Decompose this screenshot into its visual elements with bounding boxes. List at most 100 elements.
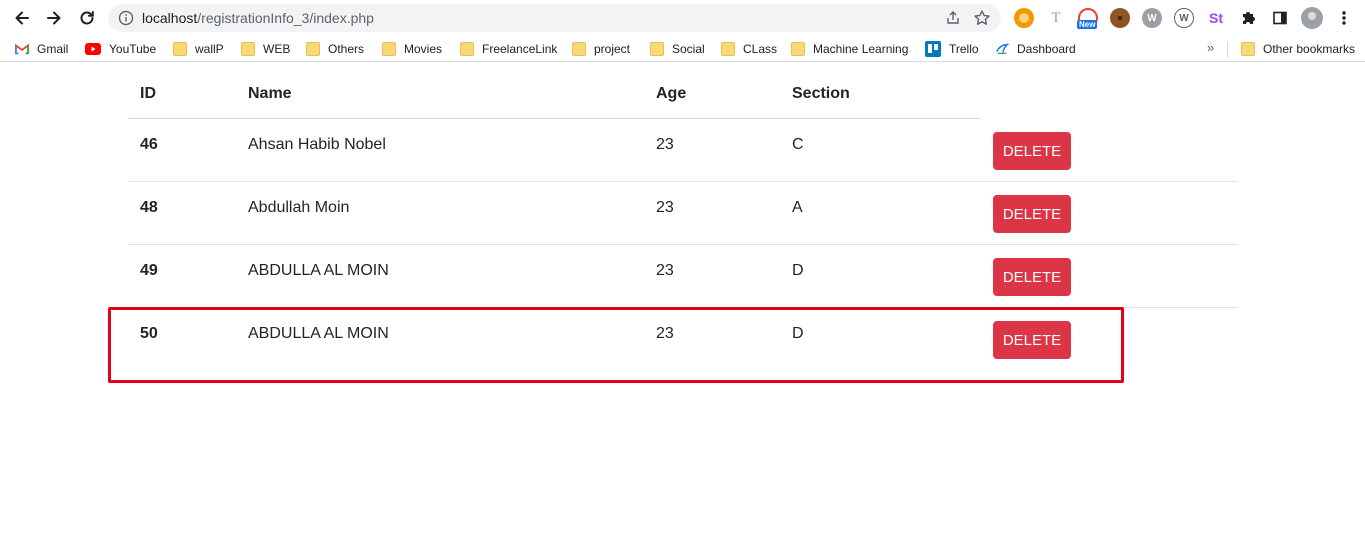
bookmark-trello[interactable]: Trello — [925, 40, 979, 58]
cell-section: D — [792, 262, 804, 279]
bookmark-folder-project[interactable]: project — [572, 40, 630, 58]
bookmark-folder-movies[interactable]: Movies — [382, 40, 442, 58]
extension-new-icon[interactable]: New — [1077, 8, 1098, 29]
delete-button[interactable]: DELETE — [993, 132, 1071, 170]
forward-arrow-icon — [47, 11, 61, 25]
cell-name: ABDULLA AL MOIN — [248, 262, 389, 279]
cell-section: D — [792, 325, 804, 342]
cell-age: 23 — [656, 325, 674, 342]
address-bar[interactable]: localhost/registrationInfo_3/index.php — [108, 4, 1001, 32]
folder-icon — [241, 42, 255, 56]
delete-button[interactable]: DELETE — [993, 258, 1071, 296]
folder-icon — [791, 42, 805, 56]
youtube-icon — [85, 43, 101, 55]
column-header-section: Section — [792, 85, 850, 102]
bookmark-folder-class[interactable]: CLass — [721, 40, 777, 58]
bookmark-folder-freelancelink[interactable]: FreelanceLink — [460, 40, 557, 58]
folder-icon — [382, 42, 396, 56]
cell-name: Abdullah Moin — [248, 199, 350, 216]
side-panel-icon[interactable] — [1270, 8, 1290, 28]
extension-wordpress2-icon[interactable]: W — [1174, 8, 1194, 28]
folder-icon — [173, 42, 187, 56]
bookmarks-overflow-chevron[interactable]: » — [1207, 40, 1214, 55]
dashboard-icon — [996, 43, 1009, 54]
extension-t-icon[interactable]: T — [1046, 8, 1066, 28]
bookmark-dashboard[interactable]: Dashboard — [995, 40, 1076, 58]
reload-icon — [80, 11, 94, 25]
bookmarks-bar: Gmail YouTube wallP WEB Others Movies Fr… — [0, 36, 1365, 62]
column-header-name: Name — [248, 85, 292, 102]
bookmark-label: wallP — [195, 42, 224, 56]
table-row: 50 ABDULLA AL MOIN 23 D DELETE — [128, 308, 1238, 371]
column-header-id: ID — [140, 85, 156, 102]
folder-icon — [1241, 42, 1255, 56]
menu-icon[interactable] — [1334, 8, 1354, 28]
extensions-puzzle-icon[interactable] — [1238, 8, 1258, 28]
cell-id: 49 — [140, 262, 158, 279]
trello-icon — [925, 41, 941, 57]
extension-st-icon[interactable]: St — [1206, 8, 1226, 28]
bookmark-label: Social — [672, 42, 705, 56]
folder-icon — [460, 42, 474, 56]
folder-icon — [721, 42, 735, 56]
table-row: 49 ABDULLA AL MOIN 23 D DELETE — [128, 245, 1238, 308]
column-header-age: Age — [656, 85, 687, 102]
folder-icon — [650, 42, 664, 56]
bookmark-label: CLass — [743, 42, 778, 56]
table-row: 48 Abdullah Moin 23 A DELETE — [128, 182, 1238, 245]
reload-button[interactable] — [74, 5, 100, 31]
other-bookmarks-folder[interactable]: Other bookmarks — [1241, 40, 1355, 58]
bookmarks-separator — [1227, 42, 1228, 58]
gmail-icon — [15, 43, 29, 55]
bookmark-label: project — [594, 42, 631, 56]
profile-avatar[interactable] — [1301, 7, 1323, 29]
delete-button[interactable]: DELETE — [993, 321, 1071, 359]
bookmark-folder-web[interactable]: WEB — [241, 40, 290, 58]
site-info-icon[interactable] — [118, 10, 134, 26]
cell-section: C — [792, 136, 804, 153]
bookmark-label: Others — [328, 42, 365, 56]
url-text[interactable]: localhost/registrationInfo_3/index.php — [142, 10, 374, 26]
extension-orange-icon[interactable] — [1014, 8, 1034, 28]
cell-id: 50 — [140, 325, 158, 342]
bookmark-label: YouTube — [109, 42, 157, 56]
bookmark-youtube[interactable]: YouTube — [85, 40, 156, 58]
cell-id: 46 — [140, 136, 158, 153]
share-icon[interactable] — [945, 10, 961, 26]
bookmark-label: Trello — [949, 42, 979, 56]
bookmark-label: Dashboard — [1017, 42, 1076, 56]
cell-section: A — [792, 199, 803, 216]
url-host: localhost — [142, 10, 198, 26]
extension-cookie-icon[interactable] — [1110, 8, 1130, 28]
table-row: 46 Ahsan Habib Nobel 23 C DELETE — [128, 119, 1238, 182]
bookmark-label: Machine Learning — [813, 42, 909, 56]
table-header: ID Name Age Section — [128, 68, 980, 119]
delete-button[interactable]: DELETE — [993, 195, 1071, 233]
extension-wordpress-icon[interactable]: W — [1142, 8, 1162, 28]
bookmark-star-icon[interactable] — [973, 9, 991, 27]
back-button[interactable] — [9, 5, 35, 31]
cell-name: Ahsan Habib Nobel — [248, 136, 386, 153]
cell-name: ABDULLA AL MOIN — [248, 325, 389, 342]
registration-table: ID Name Age Section 46 Ahsan Habib Nobel… — [128, 68, 1238, 371]
forward-button[interactable] — [41, 5, 67, 31]
bookmark-label: FreelanceLink — [482, 42, 558, 56]
back-arrow-icon — [15, 11, 29, 25]
new-badge: New — [1077, 20, 1098, 29]
bookmark-folder-machine-learning[interactable]: Machine Learning — [791, 40, 908, 58]
folder-icon — [306, 42, 320, 56]
url-path: /registrationInfo_3/index.php — [197, 10, 374, 26]
cell-id: 48 — [140, 199, 158, 216]
cell-age: 23 — [656, 262, 674, 279]
bookmark-folder-social[interactable]: Social — [650, 40, 705, 58]
other-bookmarks-label: Other bookmarks — [1263, 42, 1356, 56]
cell-age: 23 — [656, 199, 674, 216]
bookmark-gmail[interactable]: Gmail — [15, 40, 68, 58]
bookmark-label: Movies — [404, 42, 443, 56]
bookmark-label: Gmail — [37, 42, 69, 56]
bookmark-folder-others[interactable]: Others — [306, 40, 364, 58]
bookmark-folder-wallp[interactable]: wallP — [173, 40, 224, 58]
folder-icon — [572, 42, 586, 56]
browser-toolbar: localhost/registrationInfo_3/index.php T… — [0, 0, 1365, 36]
bookmark-label: WEB — [263, 42, 291, 56]
